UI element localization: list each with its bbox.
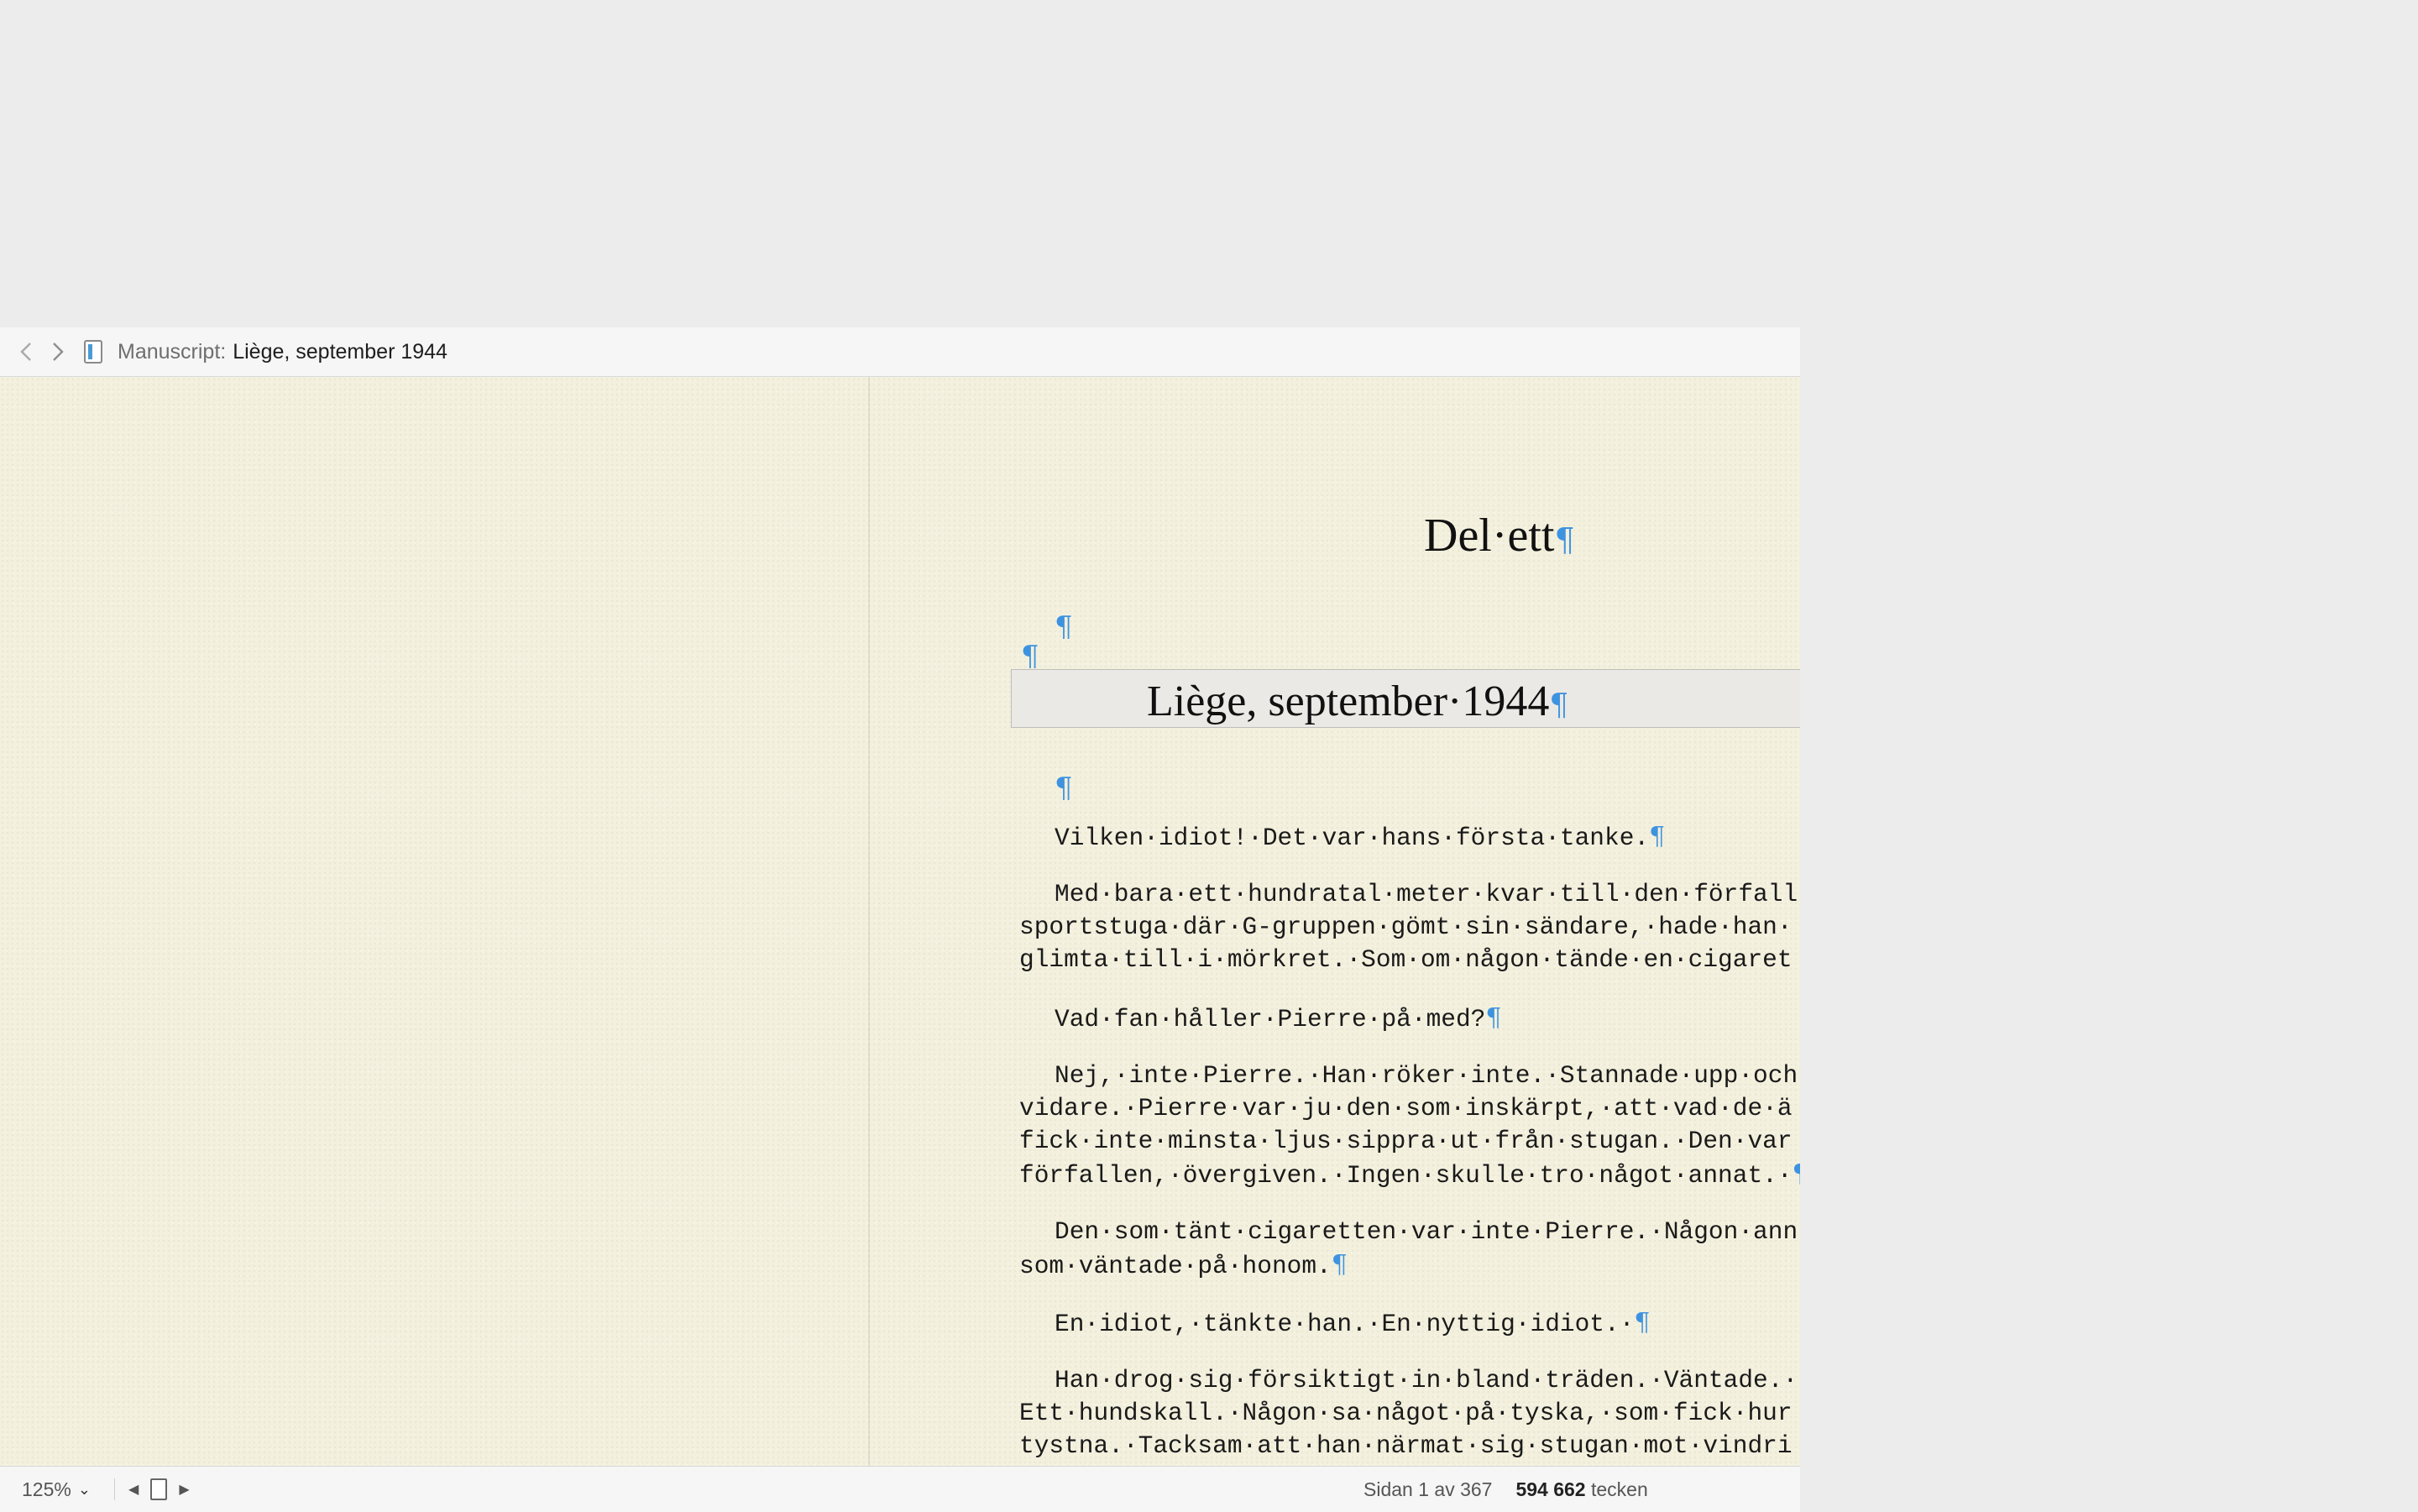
back-button[interactable] — [10, 327, 42, 376]
zoom-select[interactable]: 125% ⌄ — [22, 1478, 106, 1501]
paragraph[interactable]: Vad·fan·håller·Pierre·på·med?¶ — [1019, 1002, 1800, 1034]
paragraph[interactable]: En·idiot,·tänkte·han.·En·nyttig·idiot.·¶ — [1019, 1306, 1800, 1339]
triangle-left-icon[interactable]: ◀ — [128, 1481, 139, 1498]
status-bar: 125% ⌄ ◀ ▶ Sidan 1 av 367 594 662 tecken — [0, 1466, 1800, 1512]
header-title: Liège, september 1944 — [233, 339, 447, 364]
pilcrow: ¶ — [1634, 1308, 1651, 1337]
chevron-left-icon — [20, 343, 31, 361]
left-page-margin — [0, 377, 868, 1466]
paragraph[interactable]: Med·bara·ett·hundratal·meter·kvar·till·d… — [1019, 878, 1800, 976]
empty-paragraph-mark: ¶ — [1055, 610, 1073, 644]
text-line: tystna.·Tacksam·att·han·närmat·sig·stuga… — [1019, 1431, 1793, 1460]
text-line: Vad·fan·håller·Pierre·på·med?¶ — [1055, 1003, 1502, 1033]
body-text[interactable]: Vilken·idiot!·Det·var·hans·första·tanke.… — [1019, 820, 1800, 1466]
text-line: fick·inte·minsta·ljus·sippra·ut·från·stu… — [1019, 1127, 1793, 1155]
pilcrow: ¶ — [1649, 822, 1666, 851]
chevron-right-icon — [53, 343, 64, 361]
paragraph[interactable]: Han·drog·sig·försiktigt·in·bland·träden.… — [1019, 1364, 1800, 1462]
text-line: Vilken·idiot!·Det·var·hans·första·tanke.… — [1055, 822, 1666, 852]
paragraph[interactable]: Nej,·inte·Pierre.·Han·röker·inte.·Stanna… — [1019, 1059, 1800, 1190]
text-line: Med·bara·ett·hundratal·meter·kvar·till·d… — [1055, 880, 1798, 908]
header-path: Manuscript: Liège, september 1944 — [118, 340, 447, 364]
paragraph[interactable]: Vilken·idiot!·Det·var·hans·första·tanke.… — [1019, 820, 1800, 853]
page-icon[interactable] — [150, 1478, 168, 1500]
text-line: Ett·hundskall.·Någon·sa·något·på·tyska,·… — [1019, 1399, 1793, 1427]
pilcrow: ¶ — [1793, 1159, 1800, 1189]
text-line: som·väntade·på·honom.¶ — [1019, 1250, 1348, 1280]
text-line: Den·som·tänt·cigaretten·var·inte·Pierre.… — [1055, 1217, 1798, 1246]
pilcrow: ¶ — [1485, 1003, 1502, 1033]
chapter-title-text: Liège, september·1944 — [1147, 678, 1550, 725]
char-count-label: tecken — [1590, 1478, 1648, 1500]
text-line: förfallen,·övergiven.·Ingen·skulle·tro·n… — [1019, 1158, 1800, 1190]
part-title-text: Del·ett — [1424, 510, 1555, 562]
empty-paragraph-mark: ¶ — [1055, 772, 1073, 805]
part-title[interactable]: Del·ett¶ — [1424, 509, 1575, 562]
status-info: Sidan 1 av 367 594 662 tecken — [1363, 1478, 1648, 1501]
text-line: En·idiot,·tänkte·han.·En·nyttig·idiot.·¶ — [1055, 1308, 1651, 1338]
page-info: Sidan 1 av 367 — [1363, 1478, 1493, 1500]
text-line: Han·drog·sig·försiktigt·in·bland·träden.… — [1055, 1366, 1798, 1394]
editor-window: Manuscript: Liège, september 1944 Del·et… — [0, 327, 1800, 1512]
pilcrow: ¶ — [1549, 688, 1569, 723]
empty-paragraph-mark: ¶ — [1021, 640, 1039, 673]
char-count: 594 662 tecken — [1515, 1478, 1647, 1501]
forward-button[interactable] — [42, 327, 74, 376]
text-line: glimta·till·i·mörkret.·Som·om·någon·tänd… — [1019, 945, 1793, 974]
pilcrow: ¶ — [1554, 521, 1575, 558]
zoom-value: 125% — [22, 1478, 71, 1500]
chapter-title[interactable]: Liège, september·1944¶ — [1147, 677, 1568, 726]
separator — [114, 1478, 115, 1500]
char-count-value: 594 662 — [1515, 1478, 1586, 1500]
pilcrow: ¶ — [1331, 1250, 1348, 1279]
text-line: Nej,·inte·Pierre.·Han·röker·inte.·Stanna… — [1055, 1061, 1798, 1090]
triangle-right-icon[interactable]: ▶ — [179, 1481, 189, 1498]
paragraph[interactable]: Den·som·tänt·cigaretten·var·inte·Pierre.… — [1019, 1216, 1800, 1281]
editor-paper[interactable]: Del·ett¶ ¶ ¶ Liège, september·1944¶ ¶ Vi… — [0, 377, 1800, 1466]
header-bar: Manuscript: Liège, september 1944 — [0, 327, 1800, 377]
chevron-down-icon: ⌄ — [77, 1480, 91, 1498]
manuscript-page[interactable]: Del·ett¶ ¶ ¶ Liège, september·1944¶ ¶ Vi… — [870, 377, 1800, 1466]
document-icon — [84, 340, 102, 364]
text-line: sportstuga·där·G-gruppen·gömt·sin·sändar… — [1019, 913, 1793, 941]
text-line: vidare.·Pierre·var·ju·den·som·inskärpt,·… — [1019, 1094, 1793, 1122]
header-label: Manuscript: — [118, 339, 227, 364]
